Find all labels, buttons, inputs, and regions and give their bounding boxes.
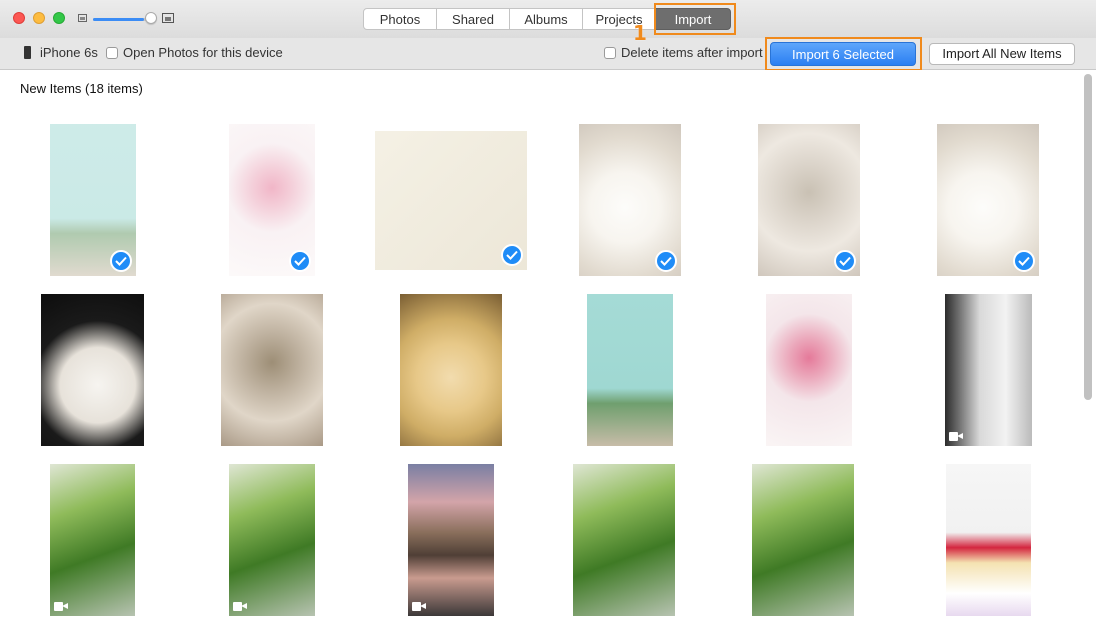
selected-check-icon <box>655 250 677 272</box>
import-tab-highlight <box>654 3 736 35</box>
photo-thumbnail[interactable] <box>945 294 1032 446</box>
selected-check-icon <box>501 244 523 266</box>
import-all-button[interactable]: Import All New Items <box>929 43 1075 65</box>
photo-thumbnail[interactable] <box>752 464 854 616</box>
zoom-slider-fill <box>93 18 144 21</box>
video-camera-icon <box>233 602 247 611</box>
zoom-in-icon[interactable] <box>162 13 174 23</box>
photo-thumbnail[interactable] <box>41 294 144 446</box>
tab-photos[interactable]: Photos <box>363 8 437 30</box>
photo-thumbnail[interactable] <box>400 294 502 446</box>
photo-thumbnail[interactable] <box>408 464 494 616</box>
open-photos-label: Open Photos for this device <box>123 45 283 60</box>
iphone-icon <box>24 46 31 59</box>
photo-thumbnail[interactable] <box>766 294 852 446</box>
photo-thumbnail[interactable] <box>587 294 673 446</box>
photo-thumbnail[interactable] <box>229 464 315 616</box>
import-content <box>0 70 1096 636</box>
open-photos-checkbox[interactable] <box>106 47 118 59</box>
photo-thumbnail[interactable] <box>221 294 323 446</box>
selected-check-icon <box>834 250 856 272</box>
selected-check-icon <box>110 250 132 272</box>
close-window-button[interactable] <box>13 12 25 24</box>
photo-thumbnail[interactable] <box>946 464 1031 616</box>
photo-thumbnail[interactable] <box>50 464 135 616</box>
tab-albums[interactable]: Albums <box>509 8 583 30</box>
zoom-slider-knob[interactable] <box>145 12 157 24</box>
delete-after-import-label: Delete items after import <box>621 45 763 60</box>
photo-thumbnail[interactable] <box>573 464 675 616</box>
step-marker-1: 1 <box>633 21 647 45</box>
video-camera-icon <box>54 602 68 611</box>
zoom-out-icon[interactable] <box>78 14 87 22</box>
video-camera-icon <box>412 602 426 611</box>
scrollbar[interactable] <box>1084 74 1092 400</box>
tab-shared[interactable]: Shared <box>436 8 510 30</box>
import-selected-highlight <box>765 37 922 71</box>
minimize-window-button[interactable] <box>33 12 45 24</box>
device-name: iPhone 6s <box>40 45 98 60</box>
video-camera-icon <box>949 432 963 441</box>
section-title: New Items (18 items) <box>20 81 143 96</box>
selected-check-icon <box>1013 250 1035 272</box>
delete-after-import-checkbox[interactable] <box>604 47 616 59</box>
maximize-window-button[interactable] <box>53 12 65 24</box>
selected-check-icon <box>289 250 311 272</box>
zoom-slider[interactable] <box>93 18 153 21</box>
